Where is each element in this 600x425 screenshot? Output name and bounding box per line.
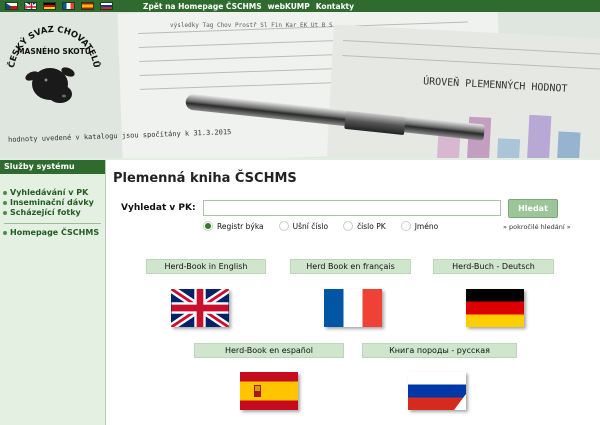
sidebar: Služby systému Vyhledávání v PK Insemina… xyxy=(0,160,106,425)
fr-flag-icon[interactable] xyxy=(62,2,75,10)
sidebar-heading: Služby systému xyxy=(0,160,105,174)
header-table-text: výsledky Tag Chov Prostř Sl Fin Kar EK U… xyxy=(170,22,333,29)
french-herdbook-button[interactable]: Herd Book en français xyxy=(290,259,411,274)
russian-herdbook-button[interactable]: Книга породы - русская xyxy=(362,343,517,358)
de-flag-icon[interactable] xyxy=(43,2,56,10)
radio-icon[interactable] xyxy=(343,221,354,231)
main-content: Plemenná kniha ČSCHMS Vyhledat v PK: Hle… xyxy=(106,160,600,425)
fr-flag-icon[interactable] xyxy=(324,289,382,327)
radio-cislo-pk[interactable]: číslo PK xyxy=(343,221,386,231)
uk-flag-icon[interactable] xyxy=(171,289,229,327)
page-title: Plemenná kniha ČSCHMS xyxy=(113,171,297,186)
uk-flag-icon[interactable] xyxy=(24,2,37,10)
german-herdbook-button[interactable]: Herd-Buch - Deutsch xyxy=(433,259,554,274)
homepage-link[interactable]: Zpět na Homepage ČSCHMS xyxy=(143,2,262,11)
svg-text:MASNÉHO SKOTU: MASNÉHO SKOTU xyxy=(17,47,91,56)
sidebar-item-insemination[interactable]: Inseminační dávky xyxy=(0,198,105,208)
search-button[interactable]: Hledat xyxy=(508,199,558,218)
sidebar-item-search[interactable]: Vyhledávání v PK xyxy=(0,188,105,198)
radio-icon[interactable] xyxy=(400,221,411,231)
association-logo[interactable]: ČESKÝ SVAZ CHOVATELŮ MASNÉHO SKOTU xyxy=(2,14,106,118)
cz-flag-icon[interactable] xyxy=(5,2,18,10)
search-input[interactable] xyxy=(203,200,501,216)
contacts-link[interactable]: Kontakty xyxy=(316,2,354,11)
de-flag-icon[interactable] xyxy=(466,289,524,327)
sidebar-divider xyxy=(4,223,101,224)
search-type-options: Registr býka Ušní číslo číslo PK Jméno xyxy=(203,221,453,231)
es-flag-icon[interactable] xyxy=(81,2,94,10)
ru-flag-icon[interactable] xyxy=(100,2,113,10)
advanced-search-link[interactable]: » pokročilé hledání » xyxy=(503,223,571,231)
ru-flag-icon[interactable] xyxy=(408,372,466,410)
webkump-link[interactable]: webKUMP xyxy=(268,2,310,11)
spanish-herdbook-button[interactable]: Herd-Book en español xyxy=(194,343,344,358)
radio-jmeno[interactable]: Jméno xyxy=(400,221,438,231)
search-label: Vyhledat v PK: xyxy=(121,203,196,213)
radio-registr-byka[interactable]: Registr býka xyxy=(203,221,264,231)
sidebar-item-missing-photos[interactable]: Scházející fotky xyxy=(0,208,105,218)
sidebar-item-homepage[interactable]: Homepage ČSCHMS xyxy=(0,228,105,238)
top-bar: Zpět na Homepage ČSCHMS webKUMP Kontakty xyxy=(0,0,600,12)
es-flag-icon[interactable] xyxy=(240,372,298,410)
radio-selected-icon[interactable] xyxy=(203,221,213,231)
radio-icon[interactable] xyxy=(278,221,289,231)
english-herdbook-button[interactable]: Herd-Book in English xyxy=(146,259,266,274)
radio-usni-cislo[interactable]: Ušní číslo xyxy=(278,221,328,231)
